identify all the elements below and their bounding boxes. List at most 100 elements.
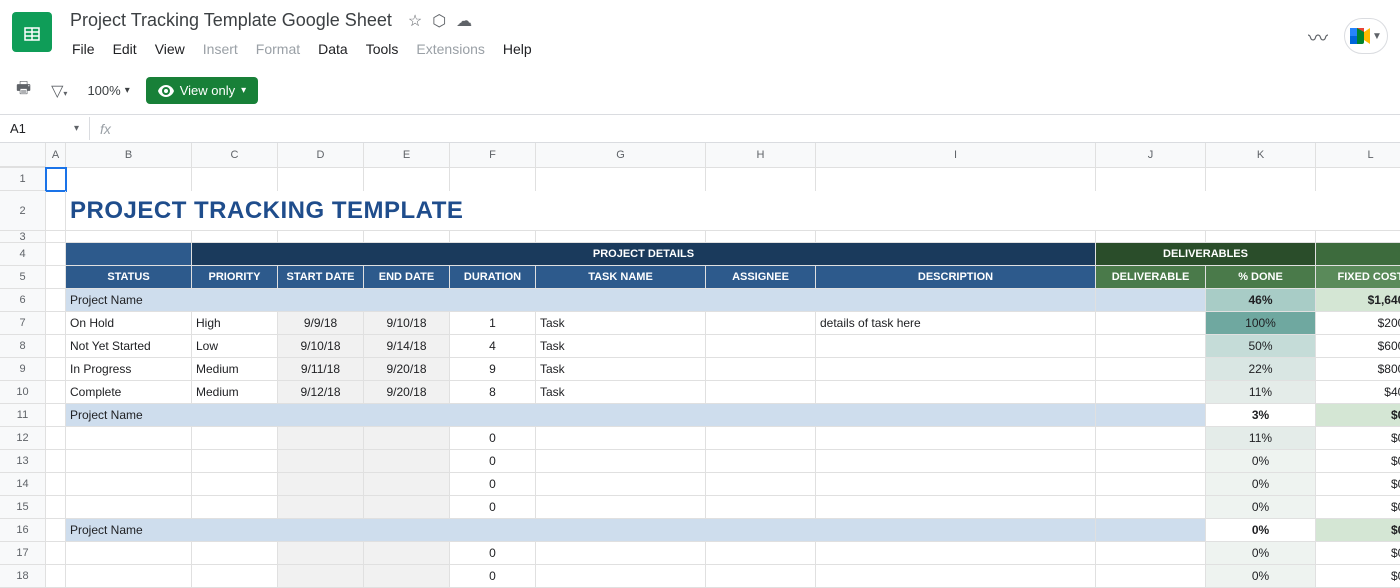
cell[interactable]: 9/20/18: [364, 381, 450, 404]
column-header-I[interactable]: I: [816, 143, 1096, 167]
cell[interactable]: 46%: [1206, 289, 1316, 312]
sheets-logo[interactable]: [12, 12, 52, 52]
cell[interactable]: [278, 231, 364, 243]
cell[interactable]: $0.00: [1316, 565, 1400, 588]
cell[interactable]: [1096, 168, 1206, 191]
column-header-A[interactable]: A: [46, 143, 66, 167]
row-header-2[interactable]: 2: [0, 191, 46, 231]
cell[interactable]: [1096, 542, 1206, 565]
row-header-13[interactable]: 13: [0, 450, 46, 473]
cell[interactable]: 9/12/18: [278, 381, 364, 404]
cell[interactable]: START DATE: [278, 266, 364, 289]
cell[interactable]: $0.00: [1316, 427, 1400, 450]
cell[interactable]: Low: [192, 335, 278, 358]
cell[interactable]: % DONE: [1206, 266, 1316, 289]
menu-tools[interactable]: Tools: [358, 37, 407, 61]
cell[interactable]: [278, 542, 364, 565]
cell[interactable]: [706, 473, 816, 496]
cell[interactable]: PROJECT DETAILS: [192, 243, 1096, 266]
cell[interactable]: Task: [536, 358, 706, 381]
row-header-1[interactable]: 1: [0, 168, 46, 191]
cell[interactable]: [46, 168, 66, 191]
cell[interactable]: 0%: [1206, 450, 1316, 473]
cell[interactable]: [192, 496, 278, 519]
cell[interactable]: [278, 565, 364, 588]
cell[interactable]: $0.00: [1316, 404, 1400, 427]
cell[interactable]: 9/14/18: [364, 335, 450, 358]
cell[interactable]: [706, 312, 816, 335]
cell[interactable]: [816, 427, 1096, 450]
cell[interactable]: [816, 358, 1096, 381]
cell[interactable]: [816, 542, 1096, 565]
filter-icon[interactable]: ▽▾: [47, 77, 71, 105]
cell[interactable]: [66, 168, 192, 191]
cell[interactable]: [1096, 496, 1206, 519]
cell[interactable]: [1096, 381, 1206, 404]
cell[interactable]: 8: [450, 381, 536, 404]
cell[interactable]: [46, 191, 66, 231]
cell[interactable]: $0.00: [1316, 542, 1400, 565]
cell[interactable]: 9/9/18: [278, 312, 364, 335]
cell[interactable]: 0: [450, 542, 536, 565]
cell[interactable]: [46, 335, 66, 358]
cell[interactable]: $1,640.00: [1316, 289, 1400, 312]
cell[interactable]: On Hold: [66, 312, 192, 335]
cell[interactable]: [46, 266, 66, 289]
cell[interactable]: [46, 427, 66, 450]
cell[interactable]: [278, 473, 364, 496]
menu-edit[interactable]: Edit: [105, 37, 145, 61]
cell[interactable]: [66, 473, 192, 496]
cell[interactable]: PRIORITY: [192, 266, 278, 289]
cell[interactable]: [364, 168, 450, 191]
cell[interactable]: [1096, 450, 1206, 473]
menu-insert[interactable]: Insert: [195, 37, 246, 61]
column-header-K[interactable]: K: [1206, 143, 1316, 167]
row-header-4[interactable]: 4: [0, 243, 46, 266]
cell[interactable]: 0%: [1206, 565, 1316, 588]
column-header-C[interactable]: C: [192, 143, 278, 167]
cell[interactable]: DESCRIPTION: [816, 266, 1096, 289]
cell[interactable]: 3%: [1206, 404, 1316, 427]
row-header-5[interactable]: 5: [0, 266, 46, 289]
cell[interactable]: PROJECT TRACKING TEMPLATE: [66, 191, 1400, 231]
cell[interactable]: [278, 427, 364, 450]
cloud-icon[interactable]: ☁: [456, 11, 472, 31]
cell[interactable]: [364, 450, 450, 473]
cell[interactable]: Medium: [192, 358, 278, 381]
cell[interactable]: [192, 565, 278, 588]
trend-icon[interactable]: 〰: [1308, 22, 1328, 51]
select-all-corner[interactable]: [0, 143, 46, 167]
cell[interactable]: [46, 542, 66, 565]
cell[interactable]: DELIVERABLES: [1096, 243, 1316, 266]
print-icon[interactable]: 🖶: [12, 73, 35, 108]
cell[interactable]: 0: [450, 450, 536, 473]
cell[interactable]: [1096, 335, 1206, 358]
cell[interactable]: [46, 450, 66, 473]
cell[interactable]: $0.00: [1316, 496, 1400, 519]
name-box[interactable]: A1▾: [0, 117, 90, 140]
column-header-J[interactable]: J: [1096, 143, 1206, 167]
cell[interactable]: In Progress: [66, 358, 192, 381]
cell[interactable]: [46, 565, 66, 588]
cell[interactable]: [1096, 312, 1206, 335]
cell[interactable]: [364, 231, 450, 243]
cell[interactable]: High: [192, 312, 278, 335]
cell[interactable]: [536, 542, 706, 565]
cell[interactable]: [66, 496, 192, 519]
menu-view[interactable]: View: [147, 37, 193, 61]
cell[interactable]: [536, 427, 706, 450]
cell[interactable]: [816, 381, 1096, 404]
cell[interactable]: 0: [450, 427, 536, 450]
cell[interactable]: [46, 243, 66, 266]
cell[interactable]: [66, 243, 192, 266]
cell[interactable]: FIXED COST: [1316, 266, 1400, 289]
cell[interactable]: [278, 496, 364, 519]
cell[interactable]: [192, 231, 278, 243]
move-icon[interactable]: ⬡: [432, 11, 446, 31]
star-icon[interactable]: ☆: [408, 11, 422, 31]
cell[interactable]: [816, 496, 1096, 519]
column-header-F[interactable]: F: [450, 143, 536, 167]
cell[interactable]: [364, 496, 450, 519]
menu-file[interactable]: File: [64, 37, 103, 61]
cell[interactable]: 0%: [1206, 519, 1316, 542]
